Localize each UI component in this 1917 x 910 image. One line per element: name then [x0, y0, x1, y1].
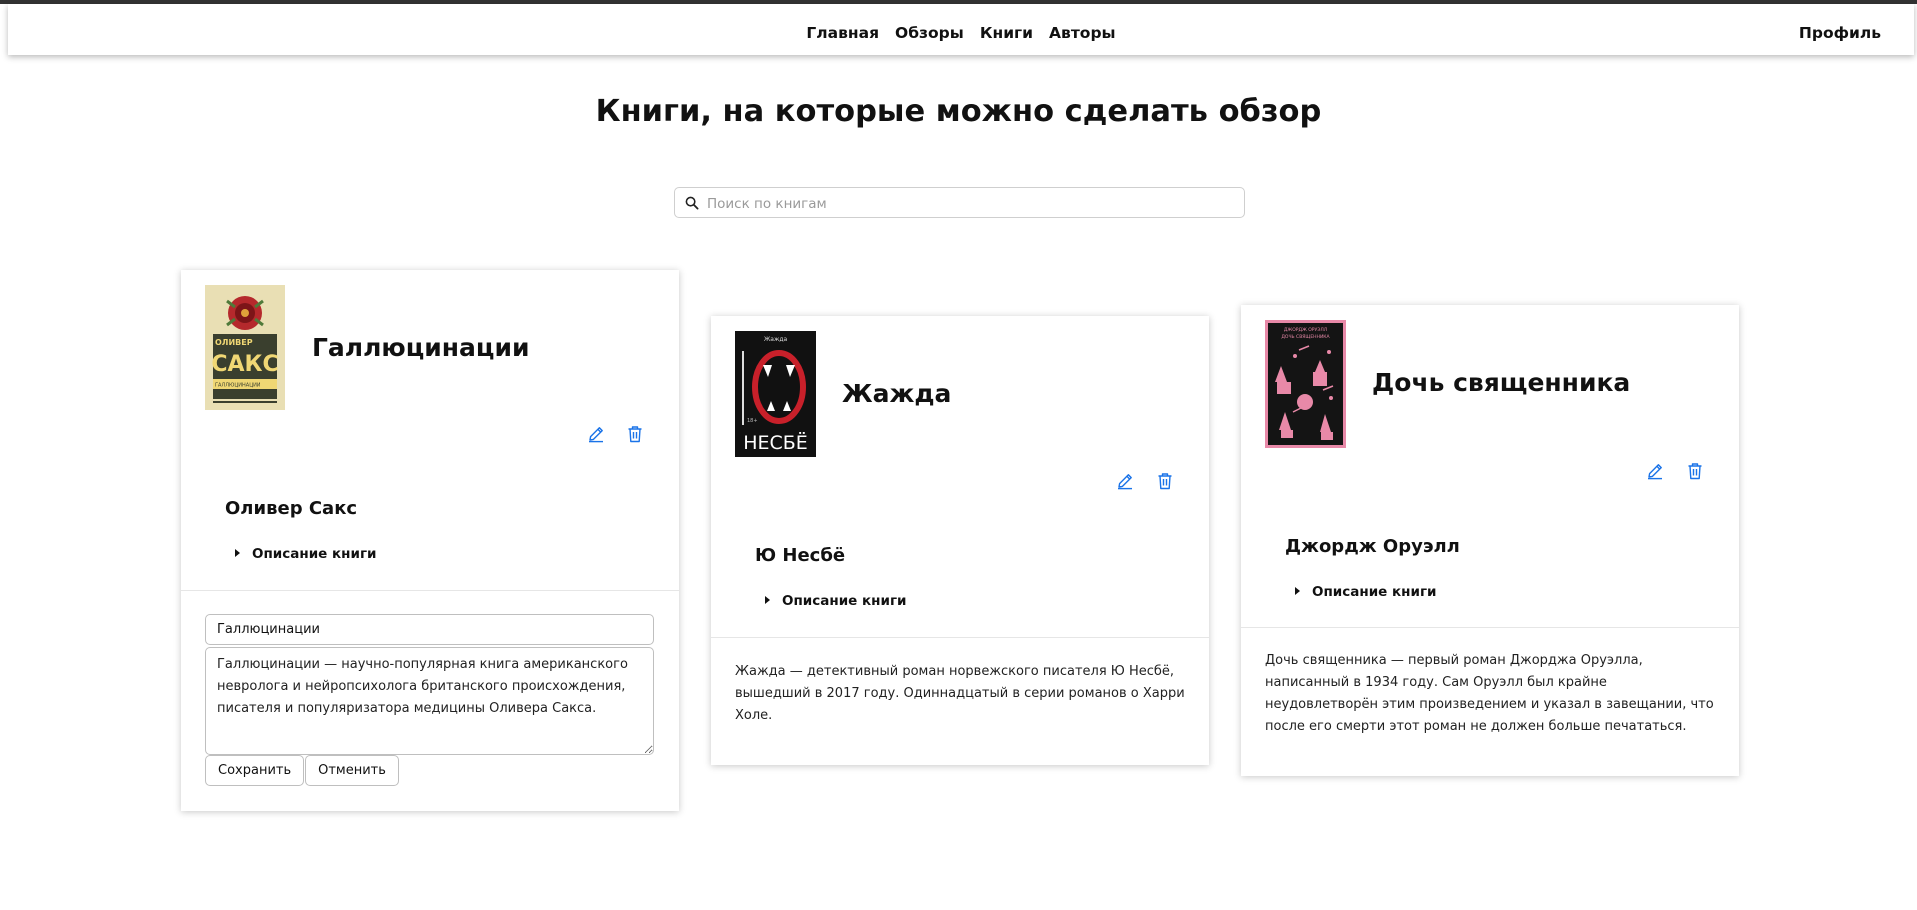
caret-right-icon: [1295, 587, 1300, 595]
description-toggle-label: Описание книги: [1312, 584, 1437, 600]
book-author: Джордж Оруэлл: [1285, 536, 1460, 557]
search-box: [674, 187, 1245, 219]
cover-subtitle-text: ГАЛЛЮЦИНАЦИИ: [215, 383, 261, 389]
search-icon: [685, 196, 699, 210]
cancel-button[interactable]: Отменить: [305, 755, 399, 786]
book-card: ДЖОРДЖ ОРУЭЛЛ ДОЧЬ СВЯЩЕННИКА Дочь свяще…: [1241, 305, 1739, 776]
nav-link-reviews[interactable]: Обзоры: [895, 24, 964, 42]
card-divider: [711, 637, 1209, 638]
page-title: Книги, на которые можно сделать обзор: [595, 94, 1322, 129]
trash-icon[interactable]: [627, 425, 643, 443]
trash-icon[interactable]: [1157, 472, 1173, 490]
save-button[interactable]: Сохранить: [205, 755, 304, 786]
nav-link-profile[interactable]: Профиль: [1799, 24, 1881, 42]
cover-big-text: НЕСБЁ: [743, 431, 808, 454]
cover-top-text: Жажда: [764, 336, 788, 343]
description-toggle[interactable]: Описание книги: [235, 546, 376, 562]
search-input[interactable]: [705, 188, 1239, 219]
book-cover-image: ОЛИВЕР САКС ГАЛЛЮЦИНАЦИИ: [205, 285, 285, 410]
book-author: Ю Несбё: [755, 545, 846, 566]
nav-link-books[interactable]: Книги: [980, 24, 1033, 42]
edit-title-input[interactable]: [205, 614, 654, 645]
book-card: Жажда 18+ НЕСБЁ Жажда Ю Несбё Описание к…: [711, 316, 1209, 765]
book-description: Жажда — детективный роман норвежского пи…: [735, 664, 1185, 723]
description-toggle[interactable]: Описание книги: [1295, 584, 1436, 600]
edit-icon[interactable]: [1116, 472, 1134, 490]
edit-description-textarea[interactable]: Галлюцинации — научно-популярная книга а…: [205, 647, 654, 755]
book-card: ОЛИВЕР САКС ГАЛЛЮЦИНАЦИИ Галлюцинации Ол…: [181, 270, 679, 811]
caret-right-icon: [235, 549, 240, 557]
book-title: Жажда: [842, 379, 952, 408]
book-author: Оливер Сакс: [225, 498, 358, 519]
cover-title-text: ДОЧЬ СВЯЩЕННИКА: [1281, 334, 1330, 340]
description-toggle-label: Описание книги: [782, 593, 907, 609]
edit-icon[interactable]: [1646, 462, 1664, 480]
book-cover-image: ДЖОРДЖ ОРУЭЛЛ ДОЧЬ СВЯЩЕННИКА: [1265, 320, 1346, 448]
card-divider: [181, 590, 679, 591]
navbar: Главная Обзоры Книги Авторы Профиль: [8, 4, 1914, 55]
cover-big-text: САКС: [211, 352, 278, 377]
cover-age-badge: 18+: [747, 418, 758, 424]
cover-author-text: ОЛИВЕР: [215, 338, 253, 347]
nav-links: Главная Обзоры Книги Авторы: [8, 24, 1914, 42]
book-description: Дочь священника — первый роман Джорджа О…: [1265, 653, 1714, 734]
cover-author-text: ДЖОРДЖ ОРУЭЛЛ: [1284, 327, 1327, 333]
caret-right-icon: [765, 596, 770, 604]
nav-link-authors[interactable]: Авторы: [1049, 24, 1116, 42]
nav-link-home[interactable]: Главная: [806, 24, 879, 42]
description-toggle[interactable]: Описание книги: [765, 593, 906, 609]
book-cover-image: Жажда 18+ НЕСБЁ: [735, 331, 816, 457]
card-divider: [1241, 627, 1739, 628]
book-title: Галлюцинации: [312, 333, 530, 362]
description-toggle-label: Описание книги: [252, 546, 377, 562]
edit-icon[interactable]: [587, 425, 605, 443]
trash-icon[interactable]: [1687, 462, 1703, 480]
book-title: Дочь священника: [1372, 368, 1631, 397]
